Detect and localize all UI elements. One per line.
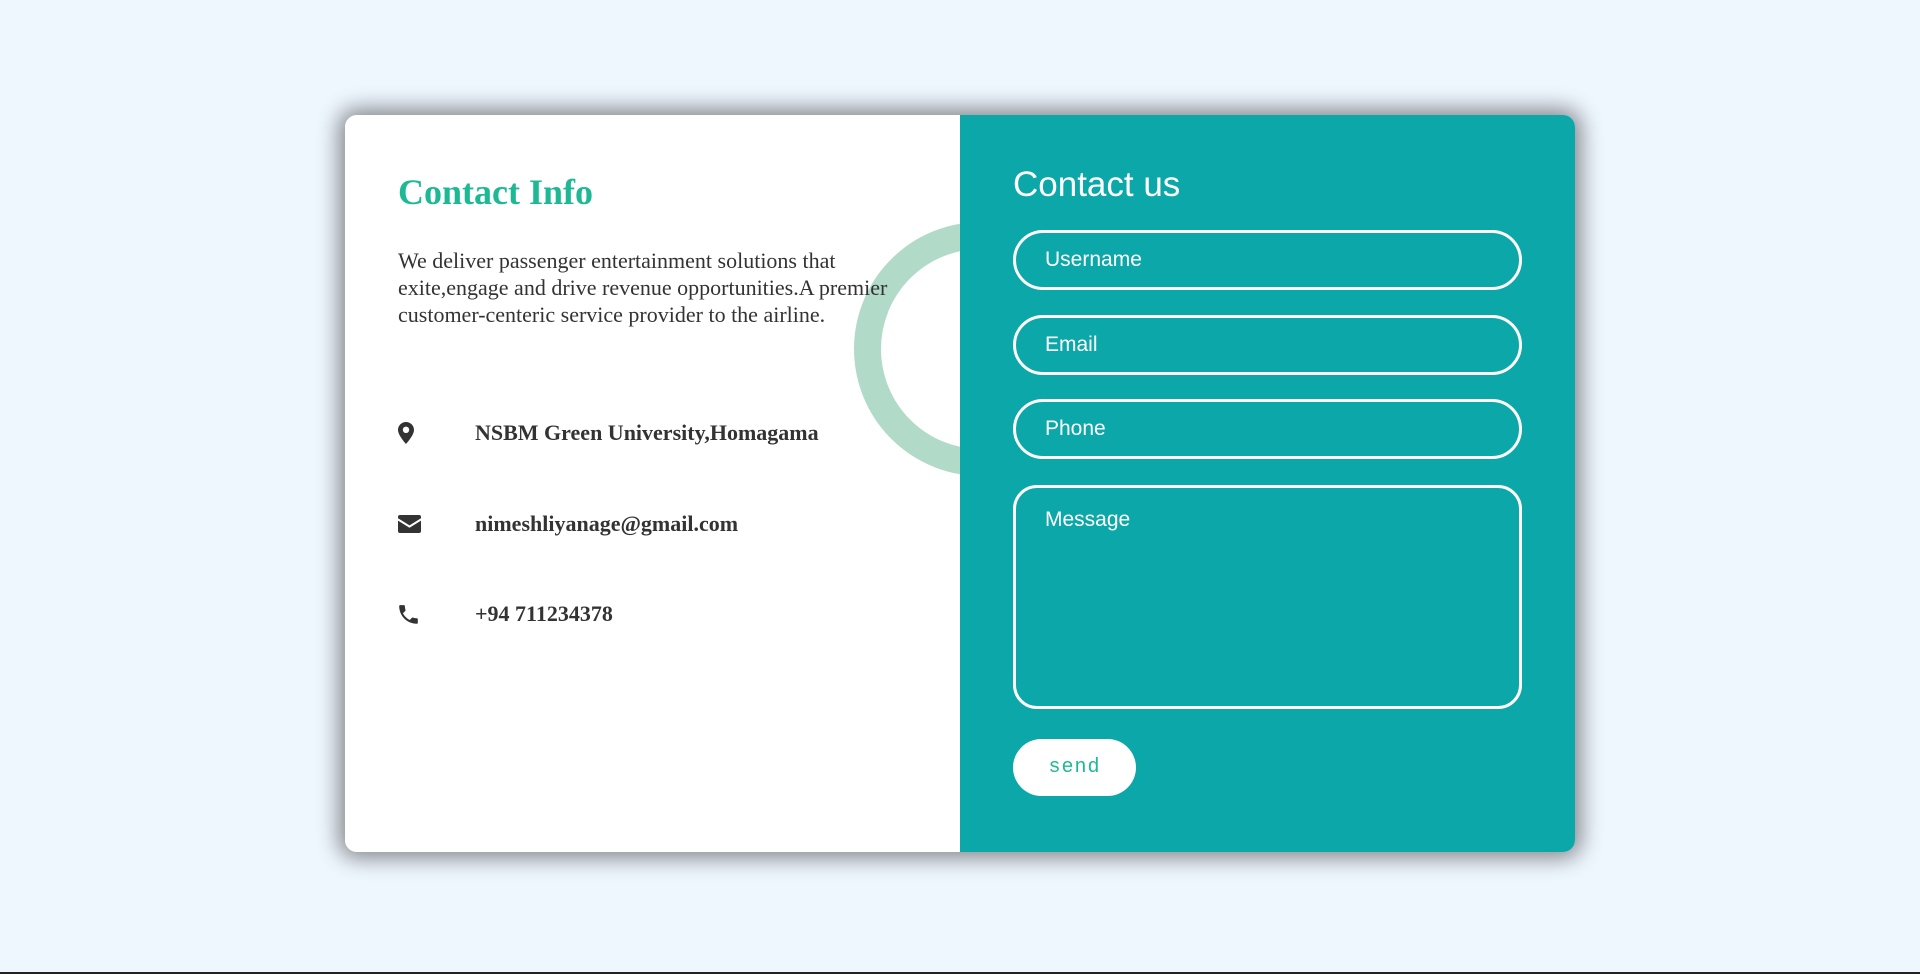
contact-info-title: Contact Info	[398, 172, 593, 212]
contact-info-description: We deliver passenger entertainment solut…	[398, 248, 888, 327]
contact-form-title: Contact us	[1013, 165, 1181, 204]
envelope-icon	[398, 512, 422, 536]
email-input[interactable]	[1013, 315, 1522, 375]
phone-item: +94 711234378	[398, 599, 613, 629]
send-button[interactable]: send	[1013, 739, 1136, 796]
contact-card: Contact Info We deliver passenger entert…	[345, 115, 1575, 852]
phone-text: +94 711234378	[475, 601, 613, 626]
phone-icon	[398, 602, 422, 626]
phone-input[interactable]	[1013, 399, 1522, 459]
message-textarea[interactable]	[1013, 485, 1522, 709]
contact-info-panel: Contact Info We deliver passenger entert…	[345, 115, 960, 852]
username-input[interactable]	[1013, 230, 1522, 290]
address-item: NSBM Green University,Homagama	[398, 418, 819, 448]
address-text: NSBM Green University,Homagama	[475, 420, 819, 445]
email-text: nimeshliyanage@gmail.com	[475, 511, 739, 536]
email-item: nimeshliyanage@gmail.com	[398, 509, 738, 539]
contact-form-panel: Contact us send	[960, 115, 1575, 852]
map-pin-icon	[398, 421, 422, 445]
